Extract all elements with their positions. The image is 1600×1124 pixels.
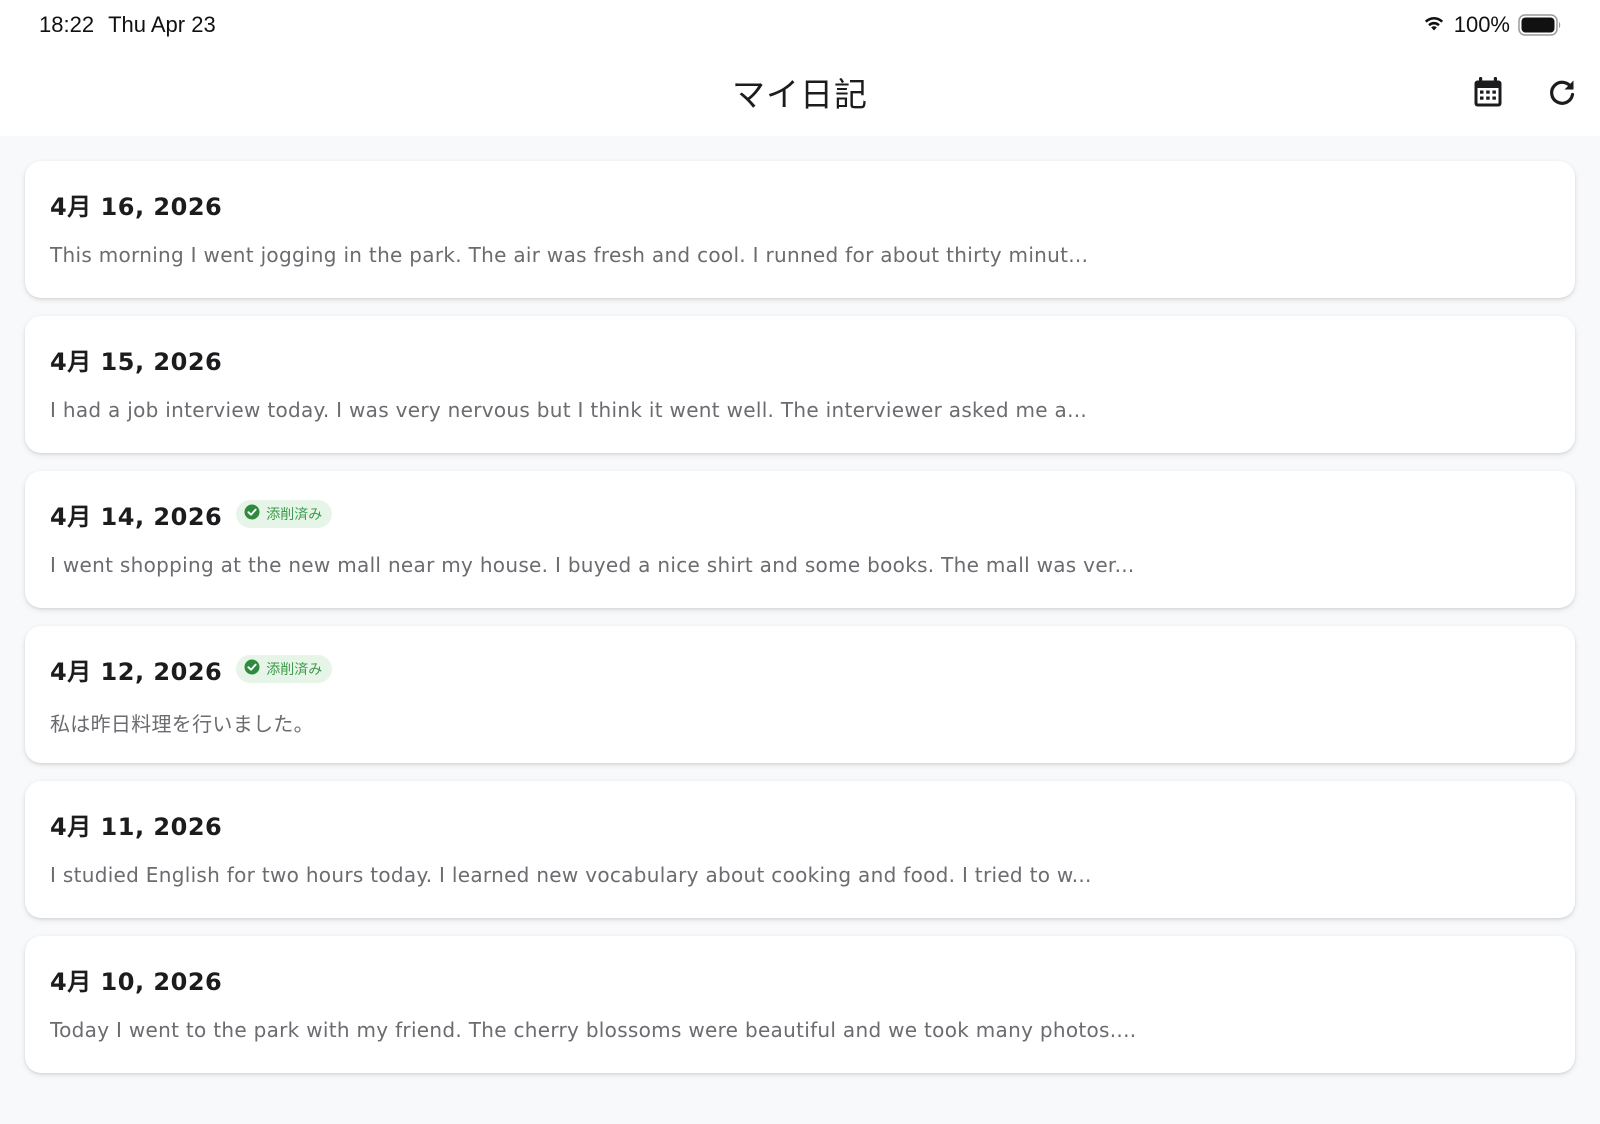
- status-bar: 18:22 Thu Apr 23 100%: [0, 0, 1600, 50]
- status-time: 18:22: [39, 12, 95, 37]
- entry-header: 4月 10, 2026: [50, 963, 223, 996]
- diary-entry-card[interactable]: 4月 12, 2026 添削済み 私は昨日料理を行いました。: [25, 626, 1575, 763]
- diary-entry-card[interactable]: 4月 15, 2026 I had a job interview today.…: [25, 316, 1575, 453]
- status-left: 18:22 Thu Apr 23: [39, 12, 216, 38]
- entry-header: 4月 16, 2026: [50, 188, 223, 221]
- entry-preview: I went shopping at the new mall near my …: [50, 553, 1135, 577]
- entry-preview: This morning I went jogging in the park.…: [50, 243, 1089, 267]
- entry-header: 4月 15, 2026: [50, 343, 223, 376]
- entry-header: 4月 11, 2026: [50, 808, 223, 841]
- wifi-icon: [1422, 12, 1446, 38]
- page-title: マイ日記: [732, 75, 868, 114]
- entry-preview: 私は昨日料理を行いました。: [50, 712, 314, 736]
- corrected-badge-label: 添削済み: [266, 662, 323, 678]
- entry-date: 4月 11, 2026: [50, 812, 223, 841]
- entry-date: 4月 15, 2026: [50, 347, 223, 376]
- entry-date: 4月 16, 2026: [50, 192, 223, 221]
- status-right: 100%: [1422, 12, 1562, 38]
- calendar-button[interactable]: [1466, 72, 1510, 116]
- app-bar: マイ日記: [0, 56, 1600, 132]
- corrected-badge-label: 添削済み: [266, 507, 323, 523]
- corrected-badge: 添削済み: [236, 655, 333, 683]
- entry-date: 4月 10, 2026: [50, 967, 223, 996]
- battery-percent: 100%: [1453, 12, 1510, 37]
- entry-header: 4月 12, 2026 添削済み: [50, 653, 333, 686]
- diary-entry-card[interactable]: 4月 10, 2026 Today I went to the park wit…: [25, 936, 1575, 1073]
- top-area: 18:22 Thu Apr 23 100% マイ日記: [0, 0, 1600, 136]
- entry-header: 4月 14, 2026 添削済み: [50, 498, 333, 531]
- entry-preview: Today I went to the park with my friend.…: [50, 1018, 1137, 1042]
- refresh-button[interactable]: [1540, 72, 1584, 116]
- battery-icon: [1518, 14, 1562, 36]
- corrected-badge: 添削済み: [236, 500, 333, 528]
- diary-entry-card[interactable]: 4月 16, 2026 This morning I went jogging …: [25, 161, 1575, 298]
- refresh-icon: [1547, 77, 1577, 111]
- diary-entry-card[interactable]: 4月 14, 2026 添削済み I went shopping at the …: [25, 471, 1575, 608]
- diary-entry-list: 4月 16, 2026 This morning I went jogging …: [25, 161, 1575, 1091]
- calendar-icon: [1473, 76, 1503, 112]
- diary-entry-card[interactable]: 4月 11, 2026 I studied English for two ho…: [25, 781, 1575, 918]
- status-date: Thu Apr 23: [108, 12, 216, 37]
- entry-preview: I had a job interview today. I was very …: [50, 398, 1088, 422]
- entry-date: 4月 12, 2026: [50, 657, 223, 686]
- entry-date: 4月 14, 2026: [50, 502, 223, 531]
- entry-preview: I studied English for two hours today. I…: [50, 863, 1092, 887]
- check-circle-icon: [244, 659, 260, 679]
- check-circle-icon: [244, 504, 260, 524]
